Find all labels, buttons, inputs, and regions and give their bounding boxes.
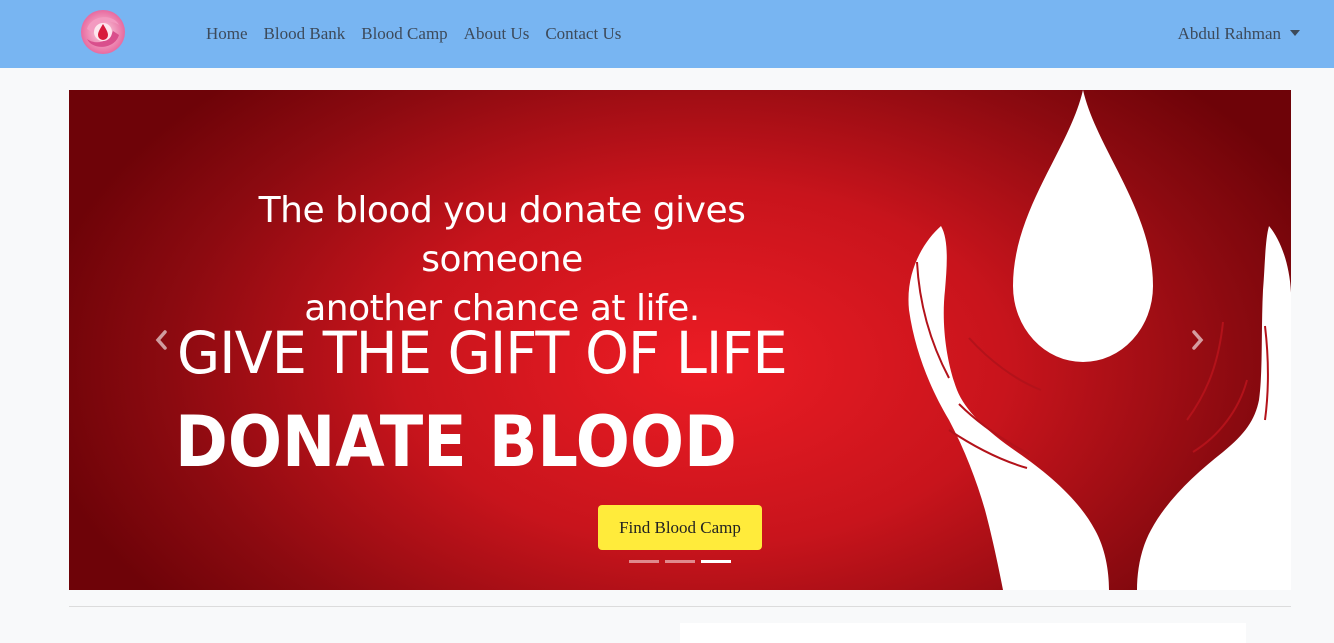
nav-home[interactable]: Home [198,0,256,68]
nav-blood-bank[interactable]: Blood Bank [256,0,354,68]
chevron-right-icon [1192,330,1204,350]
nav-contact-us[interactable]: Contact Us [537,0,629,68]
content-panel [680,623,1246,643]
slide-line-1: The blood you donate gives someone [258,190,746,280]
user-dropdown[interactable]: Abdul Rahman [1178,0,1300,68]
user-name: Abdul Rahman [1177,24,1281,43]
nav-about-us[interactable]: About Us [456,0,538,68]
chevron-left-icon [155,330,167,350]
carousel-indicator[interactable] [665,560,695,563]
carousel-indicators [629,560,731,563]
hero-carousel: The blood you donate gives someone anoth… [69,90,1291,590]
navbar: Home Blood Bank Blood Camp About Us Cont… [0,0,1334,68]
find-blood-camp-button[interactable]: Find Blood Camp [598,505,762,550]
slide-headline-2: DONATE BLOOD [175,401,737,483]
section-divider [69,606,1291,607]
nav-blood-camp[interactable]: Blood Camp [353,0,455,68]
slide-subheading: The blood you donate gives someone anoth… [177,186,827,333]
slide-headline-1: GIVE THE GIFT OF LIFE [177,319,788,387]
carousel-next-button[interactable] [1183,322,1213,358]
blood-drop-logo-icon[interactable] [79,9,127,55]
caret-down-icon [1290,29,1300,36]
carousel-prev-button[interactable] [146,322,176,358]
carousel-indicator[interactable] [629,560,659,563]
carousel-indicator-active[interactable] [701,560,731,563]
main-nav: Home Blood Bank Blood Camp About Us Cont… [198,0,629,68]
